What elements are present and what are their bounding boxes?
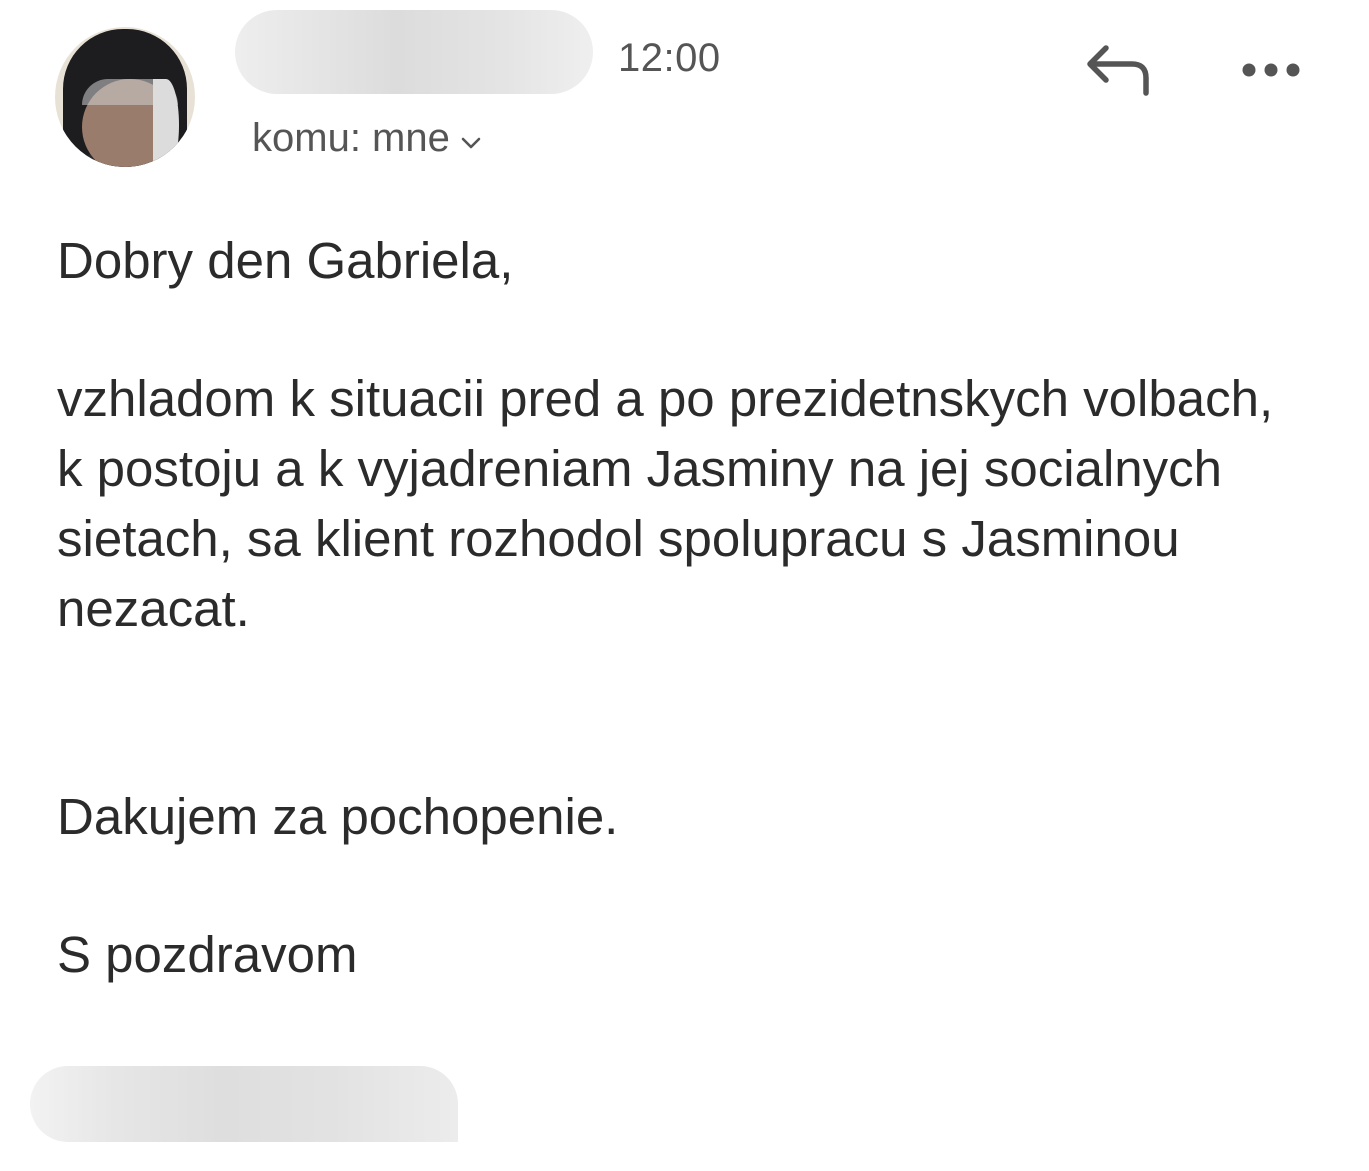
signature-redacted [30,1066,458,1142]
message-closing: S pozdravom [57,926,358,983]
message-thanks: Dakujem za pochopenie. [57,788,619,845]
message-paragraph: vzhladom k situacii pred a po prezidetns… [57,370,1274,637]
sender-name-redacted [235,10,593,94]
chevron-down-icon[interactable] [460,115,482,160]
message-time: 12:00 [618,36,721,80]
reply-icon [1087,45,1149,96]
recipient-label: komu: mne [252,116,450,160]
more-options-button[interactable] [1236,50,1308,90]
more-horizontal-icon [1242,63,1300,77]
recipient-line[interactable]: komu: mne [252,116,482,161]
sender-avatar[interactable] [55,27,195,167]
avatar-face-redaction-edge [153,79,179,167]
message-greeting: Dobry den Gabriela, [57,232,514,289]
reply-button[interactable] [1080,40,1160,100]
